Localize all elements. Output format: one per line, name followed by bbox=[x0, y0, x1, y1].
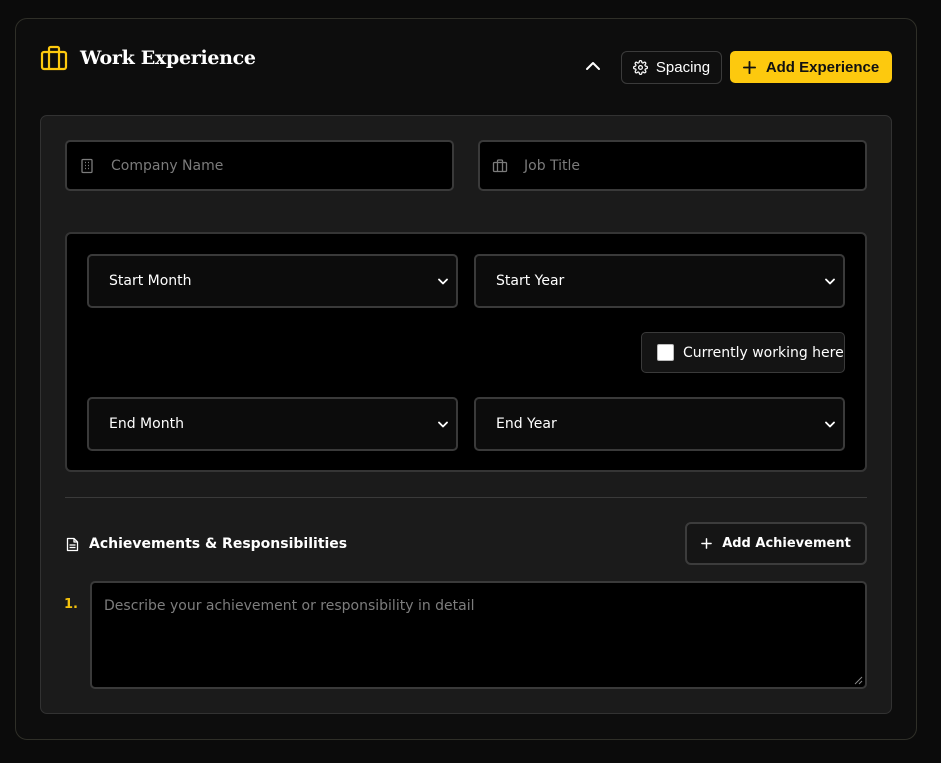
collapse-button[interactable] bbox=[580, 54, 606, 78]
plus-icon bbox=[742, 60, 756, 74]
resize-handle-icon[interactable] bbox=[854, 676, 863, 685]
achievements-title: Achievements & Responsibilities bbox=[89, 536, 348, 552]
end-month-select[interactable]: End Month bbox=[87, 397, 458, 451]
job-title-input[interactable]: Job Title bbox=[478, 140, 867, 191]
job-title-placeholder: Job Title bbox=[524, 157, 581, 174]
add-experience-label: Add Experience bbox=[765, 58, 880, 76]
start-year-select[interactable]: Start Year bbox=[474, 254, 845, 308]
add-achievement-label: Add Achievement bbox=[722, 536, 851, 551]
end-year-select[interactable]: End Year bbox=[474, 397, 845, 451]
add-achievement-button[interactable]: Add Achievement bbox=[685, 522, 867, 565]
section-title: Work Experience bbox=[80, 47, 256, 69]
chevron-down-icon bbox=[438, 278, 448, 284]
start-year-value: Start Year bbox=[496, 273, 565, 289]
achievement-textarea[interactable]: Describe your achievement or responsibil… bbox=[90, 581, 867, 689]
chevron-down-icon bbox=[825, 278, 835, 284]
start-month-select[interactable]: Start Month bbox=[87, 254, 458, 308]
chevron-up-icon bbox=[586, 62, 600, 70]
document-icon bbox=[66, 537, 79, 556]
currently-working-toggle[interactable]: Currently working here bbox=[641, 332, 845, 373]
chevron-down-icon bbox=[825, 421, 835, 427]
briefcase-small-icon bbox=[492, 158, 508, 172]
end-month-value: End Month bbox=[109, 416, 184, 432]
start-month-value: Start Month bbox=[109, 273, 192, 289]
company-name-input[interactable]: Company Name bbox=[65, 140, 454, 191]
plus-icon bbox=[701, 538, 713, 549]
company-name-placeholder: Company Name bbox=[111, 157, 224, 174]
building-icon bbox=[81, 158, 93, 173]
chevron-down-icon bbox=[438, 421, 448, 427]
gear-icon bbox=[632, 60, 648, 75]
achievement-placeholder: Describe your achievement or responsibil… bbox=[104, 598, 475, 614]
currently-working-label: Currently working here bbox=[683, 344, 844, 361]
section-divider bbox=[65, 497, 867, 498]
achievement-number: 1. bbox=[64, 597, 78, 612]
end-year-value: End Year bbox=[496, 416, 557, 432]
spacing-button[interactable]: Spacing bbox=[621, 51, 722, 84]
spacing-button-label: Spacing bbox=[655, 59, 711, 76]
currently-working-checkbox[interactable] bbox=[657, 344, 674, 361]
briefcase-icon bbox=[40, 45, 68, 71]
add-experience-button[interactable]: Add Experience bbox=[730, 51, 892, 83]
